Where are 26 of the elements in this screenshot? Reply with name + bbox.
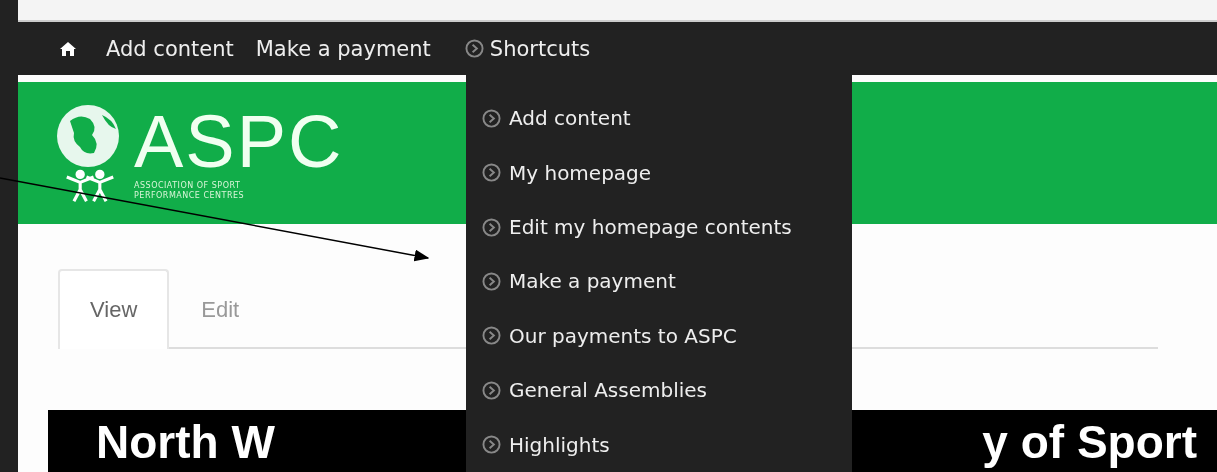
shortcut-menu-item[interactable]: General Assemblies <box>466 363 708 418</box>
chevron-circle-icon <box>482 435 501 455</box>
shortcut-menu-item[interactable]: My homepage <box>466 145 652 200</box>
logo-tagline: PERFORMANCE CENTRES <box>134 191 246 201</box>
shortcut-menu-item[interactable]: Make a payment <box>466 254 676 309</box>
chevron-circle-icon <box>464 39 484 58</box>
chevron-circle-icon <box>482 108 501 128</box>
shortcut-menu-item[interactable]: Our payments to ASPC <box>466 308 737 364</box>
shortcut-menu-item[interactable]: Highlights <box>466 417 610 472</box>
chevron-circle-icon <box>482 217 501 237</box>
logo-tagline: ASSOCIATION OF SPORT <box>134 181 242 191</box>
toolbar-link[interactable]: Make a payment <box>255 36 431 61</box>
logo-wordmark: ASPC <box>134 103 344 181</box>
chevron-circle-icon <box>482 163 501 183</box>
chevron-circle-icon <box>482 326 501 346</box>
shortcuts-menu-toggle[interactable]: Shortcuts <box>456 30 599 67</box>
page-heading: North W <box>96 416 275 468</box>
chevron-circle-icon <box>482 380 501 400</box>
toolbar-link[interactable]: Add content <box>106 36 234 61</box>
shortcut-menu-item[interactable]: Edit my homepage contents <box>466 199 792 255</box>
shortcut-menu-item[interactable]: Add content <box>466 91 631 146</box>
home-icon[interactable] <box>60 41 76 56</box>
people-icon <box>65 169 115 203</box>
page-heading: y of Sport <box>982 416 1197 468</box>
tab[interactable]: View <box>58 269 170 349</box>
chevron-circle-icon <box>482 271 501 291</box>
